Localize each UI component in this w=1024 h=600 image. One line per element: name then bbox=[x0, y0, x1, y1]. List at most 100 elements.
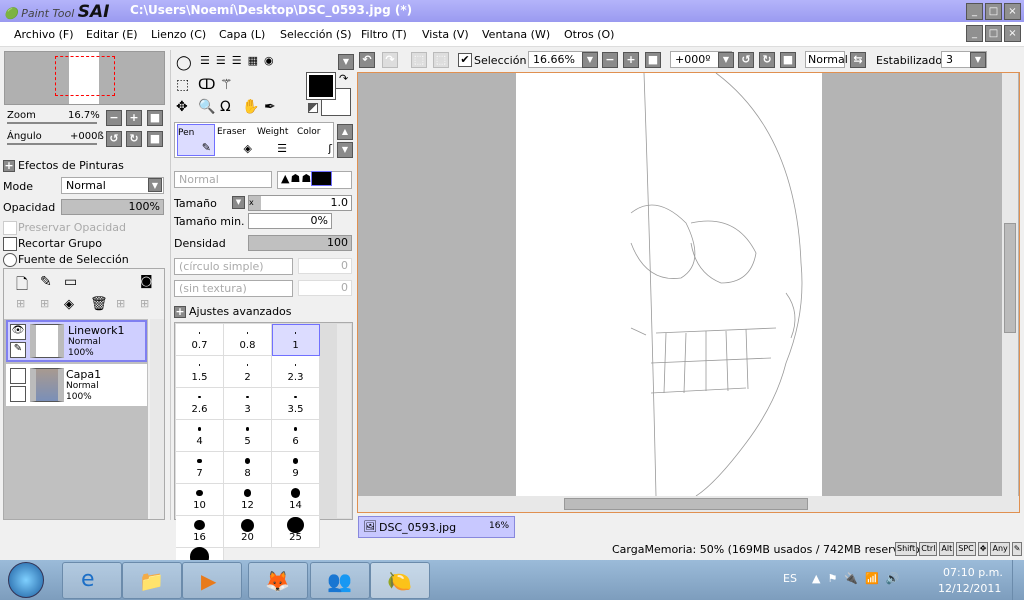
brush-size-1.5[interactable]: 1.5 bbox=[176, 356, 224, 388]
brush-size-5[interactable]: 5 bbox=[224, 420, 272, 452]
document-tab[interactable]: 🖼 DSC_0593.jpg 16% bbox=[358, 516, 515, 538]
brush-size-14[interactable]: 14 bbox=[272, 484, 320, 516]
brush-size-2[interactable]: 2 bbox=[224, 356, 272, 388]
brush-size-9[interactable]: 9 bbox=[272, 452, 320, 484]
brush-texture-select[interactable]: (sin textura) bbox=[174, 280, 293, 297]
horizontal-scroll-thumb[interactable] bbox=[564, 498, 808, 510]
brush-size-2.6[interactable]: 2.6 bbox=[176, 388, 224, 420]
menu-archivo[interactable]: Archivo (F) bbox=[14, 28, 74, 41]
move-icon[interactable]: ✥ bbox=[176, 96, 188, 118]
view-mode-button[interactable]: Normal bbox=[805, 51, 848, 68]
brush-texture-value[interactable]: 0 bbox=[298, 280, 352, 296]
layer-linework1[interactable]: 👁 ✎ Linework1 Normal 100% bbox=[6, 320, 147, 362]
doc-close-button[interactable]: × bbox=[1004, 25, 1021, 42]
doc-restore-button[interactable]: □ bbox=[985, 25, 1002, 42]
transparent-color-icon[interactable] bbox=[308, 103, 318, 113]
chevron-down-icon[interactable]: ▼ bbox=[970, 52, 986, 68]
brush-size-2.3[interactable]: 2.3 bbox=[272, 356, 320, 388]
brush-size-12[interactable]: 12 bbox=[224, 484, 272, 516]
brush-size-7[interactable]: 7 bbox=[176, 452, 224, 484]
brush-edge-selector[interactable]: ▲☗☗██ bbox=[277, 171, 352, 189]
foreground-color-swatch[interactable] bbox=[306, 72, 336, 100]
advanced-settings-label[interactable]: Ajustes avanzados bbox=[189, 305, 292, 318]
tab-weight[interactable]: Weight ☰ bbox=[257, 124, 295, 156]
minimize-button[interactable]: _ bbox=[966, 3, 983, 20]
new-folder-icon[interactable]: ▭ bbox=[64, 274, 77, 290]
rotate-reset-button[interactable]: ■ bbox=[147, 131, 163, 147]
language-indicator[interactable]: ES bbox=[783, 572, 797, 585]
maximize-button[interactable]: □ bbox=[985, 3, 1002, 20]
menu-lienzo[interactable]: Lienzo (C) bbox=[151, 28, 206, 41]
chevron-down-icon[interactable]: ▼ bbox=[718, 52, 734, 68]
modifier-key-ctrl[interactable]: Ctrl bbox=[919, 542, 938, 556]
invert-selection-button[interactable]: ⬚ bbox=[433, 52, 449, 68]
new-mask-icon[interactable]: ◙ bbox=[140, 274, 153, 289]
taskbar-firefox[interactable]: 🦊 bbox=[248, 562, 308, 599]
doc-minimize-button[interactable]: _ bbox=[966, 25, 983, 42]
vertical-scrollbar[interactable] bbox=[1002, 73, 1018, 496]
taskbar-paint-tool-sai[interactable]: 🍋 bbox=[370, 562, 430, 599]
menu-capa[interactable]: Capa (L) bbox=[219, 28, 265, 41]
trash-icon[interactable]: 🗑 bbox=[90, 296, 108, 312]
layer-scrollbar[interactable] bbox=[150, 319, 164, 519]
zoom-in-button[interactable]: + bbox=[623, 52, 639, 68]
apply-mask-icon[interactable]: ⊞ bbox=[140, 297, 149, 310]
modifier-key-✎[interactable]: ✎ bbox=[1011, 542, 1023, 556]
navigator-preview[interactable] bbox=[4, 51, 165, 105]
brush-shape-select[interactable]: (círculo simple) bbox=[174, 258, 293, 275]
tab-color[interactable]: Color ʃ bbox=[297, 124, 335, 156]
brush-size-20[interactable]: 20 bbox=[224, 516, 272, 548]
zoom-slider[interactable] bbox=[7, 122, 97, 124]
zoom-in-button[interactable]: + bbox=[126, 110, 142, 126]
rotate-reset-button[interactable]: ■ bbox=[780, 52, 796, 68]
magic-wand-icon[interactable]: ⚚ bbox=[220, 74, 233, 96]
angle-slider[interactable] bbox=[7, 143, 97, 145]
redo-button[interactable]: ↷ bbox=[382, 52, 398, 68]
merge-icon[interactable]: ⊞ bbox=[116, 297, 125, 310]
menu-vista[interactable]: Vista (V) bbox=[422, 28, 469, 41]
tab-eraser[interactable]: Eraser ◈ bbox=[217, 124, 255, 156]
size-multiplier-dropdown[interactable]: ▼ bbox=[232, 196, 245, 209]
show-desktop-button[interactable] bbox=[1012, 560, 1024, 600]
canvas-paper[interactable] bbox=[516, 73, 822, 496]
brush-size-8[interactable]: 8 bbox=[224, 452, 272, 484]
eyedropper-icon[interactable]: ✒ bbox=[264, 96, 276, 118]
rect-select-icon[interactable]: ⬚ bbox=[176, 74, 189, 96]
taskbar-explorer[interactable]: 📁 bbox=[122, 562, 182, 599]
rotate-right-button[interactable]: ↻ bbox=[759, 52, 775, 68]
rotate-right-button[interactable]: ↻ bbox=[126, 131, 142, 147]
circle-brush-icon[interactable]: ◯ bbox=[176, 55, 192, 71]
brush-size-6[interactable]: 6 bbox=[272, 420, 320, 452]
zoom-icon[interactable]: 🔍 bbox=[198, 96, 215, 118]
transfer-down-icon[interactable]: ⊞ bbox=[16, 297, 25, 310]
brush-size-1[interactable]: 1 bbox=[272, 324, 320, 356]
chevron-down-icon[interactable]: ▼ bbox=[582, 52, 598, 68]
flip-horizontal-button[interactable]: ⇆ bbox=[850, 52, 866, 68]
opacity-slider[interactable]: 100% bbox=[61, 199, 164, 215]
lock-checkbox[interactable] bbox=[10, 386, 26, 402]
layer-capa1[interactable]: Capa1 Normal 100% bbox=[6, 364, 147, 406]
menu-editar[interactable]: Editar (E) bbox=[86, 28, 138, 41]
visibility-checkbox[interactable] bbox=[10, 368, 26, 384]
canvas-viewport[interactable] bbox=[357, 72, 1020, 513]
preserve-opacity-checkbox[interactable] bbox=[3, 221, 17, 235]
taskbar-media-player[interactable]: ▶ bbox=[182, 562, 242, 599]
clip-group-checkbox[interactable] bbox=[3, 237, 17, 251]
zoom-out-button[interactable]: − bbox=[602, 52, 618, 68]
brush-style-buttons[interactable]: ☰☰☰▦◉ bbox=[200, 54, 305, 67]
lasso-icon[interactable]: ↀ bbox=[198, 74, 215, 96]
menu-filtro[interactable]: Filtro (T) bbox=[361, 28, 407, 41]
tabs-scroll-up[interactable]: ▲ bbox=[337, 124, 353, 140]
brush-size-0.7[interactable]: 0.7 bbox=[176, 324, 224, 356]
zoom-reset-button[interactable]: ■ bbox=[147, 110, 163, 126]
brush-size-16[interactable]: 16 bbox=[176, 516, 224, 548]
new-linework-layer-icon[interactable]: ✎ bbox=[40, 274, 52, 290]
brush-size-25[interactable]: 25 bbox=[272, 516, 320, 548]
clock-date[interactable]: 12/12/2011 bbox=[938, 582, 1001, 595]
rotate-left-button[interactable]: ↺ bbox=[106, 131, 122, 147]
palette-menu-button[interactable]: ▼ bbox=[338, 54, 354, 70]
eye-icon[interactable]: 👁 bbox=[10, 324, 26, 340]
rotate-icon[interactable]: Ω bbox=[220, 96, 231, 118]
modifier-key-spc[interactable]: SPC bbox=[956, 542, 976, 556]
menu-seleccion[interactable]: Selección (S) bbox=[280, 28, 352, 41]
